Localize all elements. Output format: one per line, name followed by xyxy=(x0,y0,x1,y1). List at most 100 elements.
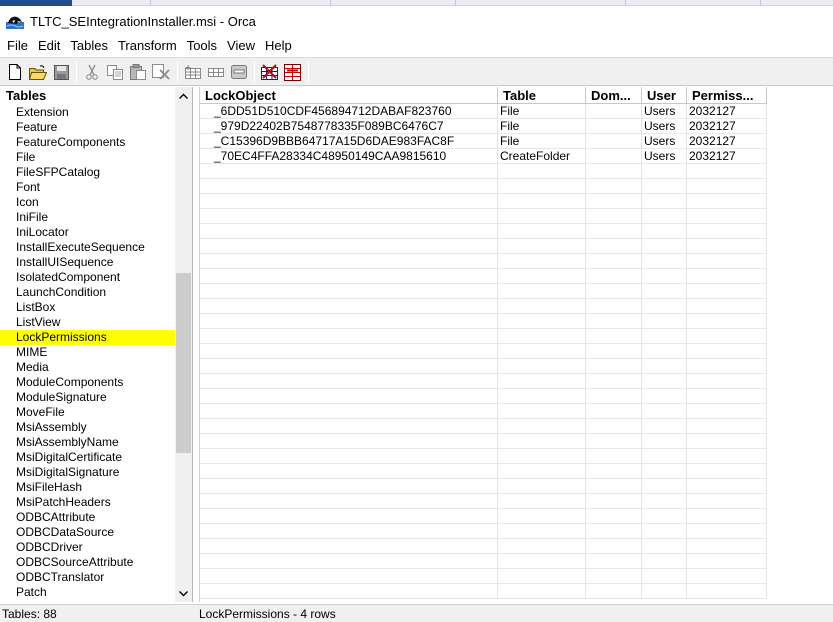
grid-cell[interactable] xyxy=(498,224,586,239)
grid-cell[interactable] xyxy=(586,509,642,524)
grid-cell[interactable] xyxy=(200,494,498,509)
grid-cell[interactable]: _C15396D9BBB64717A15D6DAE983FAC8F xyxy=(200,134,498,149)
grid-cell[interactable] xyxy=(642,239,687,254)
empty-row[interactable] xyxy=(200,569,767,584)
menu-view[interactable]: View xyxy=(222,36,260,56)
empty-row[interactable] xyxy=(200,404,767,419)
empty-row[interactable] xyxy=(200,434,767,449)
grid-cell[interactable] xyxy=(498,284,586,299)
empty-row[interactable] xyxy=(200,314,767,329)
grid-cell[interactable] xyxy=(200,179,498,194)
grid-cell[interactable] xyxy=(200,404,498,419)
grid-cell[interactable] xyxy=(642,179,687,194)
grid-cell[interactable] xyxy=(642,509,687,524)
table-list-item[interactable]: ODBCDriver xyxy=(0,540,175,555)
grid-cell[interactable] xyxy=(498,524,586,539)
grid-cell[interactable] xyxy=(642,284,687,299)
grid-cell[interactable] xyxy=(687,224,767,239)
empty-row[interactable] xyxy=(200,344,767,359)
grid-cell[interactable] xyxy=(200,314,498,329)
empty-row[interactable] xyxy=(200,464,767,479)
table-list-item[interactable]: ODBCAttribute xyxy=(0,510,175,525)
table-list-item[interactable]: Media xyxy=(0,360,175,375)
column-header-permission[interactable]: Permiss... xyxy=(687,87,767,104)
grid-cell[interactable] xyxy=(586,314,642,329)
grid-cell[interactable]: Users xyxy=(642,134,687,149)
table-list-item[interactable]: MsiAssemblyName xyxy=(0,435,175,450)
grid-cell[interactable] xyxy=(586,284,642,299)
grid-cell[interactable] xyxy=(687,374,767,389)
grid-cell[interactable] xyxy=(586,404,642,419)
grid-cell[interactable] xyxy=(586,449,642,464)
grid-cell[interactable] xyxy=(642,464,687,479)
empty-row[interactable] xyxy=(200,479,767,494)
grid-cell[interactable] xyxy=(586,419,642,434)
table-list-item[interactable]: MsiPatchHeaders xyxy=(0,495,175,510)
grid-cell[interactable] xyxy=(687,359,767,374)
grid-cell[interactable] xyxy=(642,449,687,464)
grid-cell[interactable] xyxy=(200,524,498,539)
table-list-item[interactable]: ODBCSourceAttribute xyxy=(0,555,175,570)
grid-cell[interactable] xyxy=(498,314,586,329)
grid-cell[interactable] xyxy=(642,554,687,569)
grid-cell[interactable] xyxy=(642,434,687,449)
empty-row[interactable] xyxy=(200,359,767,374)
grid-cell[interactable] xyxy=(200,239,498,254)
grid-cell[interactable] xyxy=(498,344,586,359)
menu-file[interactable]: File xyxy=(2,36,33,56)
table-row[interactable]: _C15396D9BBB64717A15D6DAE983FAC8F File Use… xyxy=(200,134,767,149)
validate-icon[interactable] xyxy=(259,62,279,82)
open-icon[interactable] xyxy=(28,62,48,82)
grid-cell[interactable] xyxy=(200,329,498,344)
grid-cell[interactable] xyxy=(642,569,687,584)
tables-scrollbar[interactable] xyxy=(175,87,192,602)
grid-cell[interactable] xyxy=(642,209,687,224)
empty-row[interactable] xyxy=(200,269,767,284)
grid-cell[interactable] xyxy=(642,539,687,554)
grid-cell[interactable] xyxy=(586,194,642,209)
empty-row[interactable] xyxy=(200,284,767,299)
grid-cell[interactable] xyxy=(687,194,767,209)
scroll-down-icon[interactable] xyxy=(175,585,192,602)
grid-cell[interactable] xyxy=(498,359,586,374)
grid-cell[interactable] xyxy=(200,554,498,569)
grid-cell[interactable] xyxy=(498,404,586,419)
delete-icon[interactable] xyxy=(151,62,171,82)
grid-cell[interactable] xyxy=(586,224,642,239)
column-header-user[interactable]: User xyxy=(642,87,687,104)
grid-cell[interactable] xyxy=(642,359,687,374)
grid-cell[interactable] xyxy=(687,179,767,194)
grid-cell[interactable] xyxy=(586,524,642,539)
scroll-up-icon[interactable] xyxy=(175,87,192,104)
grid-cell[interactable] xyxy=(687,554,767,569)
grid-cell[interactable] xyxy=(642,194,687,209)
grid-cell[interactable] xyxy=(200,299,498,314)
grid-cell[interactable]: File xyxy=(498,104,586,119)
table-list-item[interactable]: InstallExecuteSequence xyxy=(0,240,175,255)
grid-cell[interactable] xyxy=(498,539,586,554)
grid-cell[interactable] xyxy=(498,389,586,404)
grid-cell[interactable]: Users xyxy=(642,149,687,164)
grid-cell[interactable] xyxy=(498,239,586,254)
grid-cell[interactable] xyxy=(687,419,767,434)
table-list-item[interactable]: LockPermissions xyxy=(0,330,175,345)
table-row[interactable]: _979D22402B7548778335F089BC6476C7 File Use… xyxy=(200,119,767,134)
grid-cell[interactable] xyxy=(586,269,642,284)
grid-cell[interactable]: 2032127 xyxy=(687,119,767,134)
cut-icon[interactable] xyxy=(82,62,102,82)
grid-cell[interactable] xyxy=(642,254,687,269)
grid-cell[interactable] xyxy=(586,254,642,269)
table-list-item[interactable]: MIME xyxy=(0,345,175,360)
table-list-item[interactable]: LaunchCondition xyxy=(0,285,175,300)
table-list-item[interactable]: MsiFileHash xyxy=(0,480,175,495)
grid-cell[interactable] xyxy=(586,119,642,134)
grid-cell[interactable] xyxy=(642,479,687,494)
grid-cell[interactable] xyxy=(642,374,687,389)
grid-cell[interactable] xyxy=(498,209,586,224)
grid-cell[interactable] xyxy=(642,419,687,434)
table-list-item[interactable]: ModuleComponents xyxy=(0,375,175,390)
save-icon[interactable] xyxy=(51,62,71,82)
grid-cell[interactable] xyxy=(687,584,767,599)
grid-cell[interactable]: 2032127 xyxy=(687,149,767,164)
grid-cell[interactable] xyxy=(200,344,498,359)
